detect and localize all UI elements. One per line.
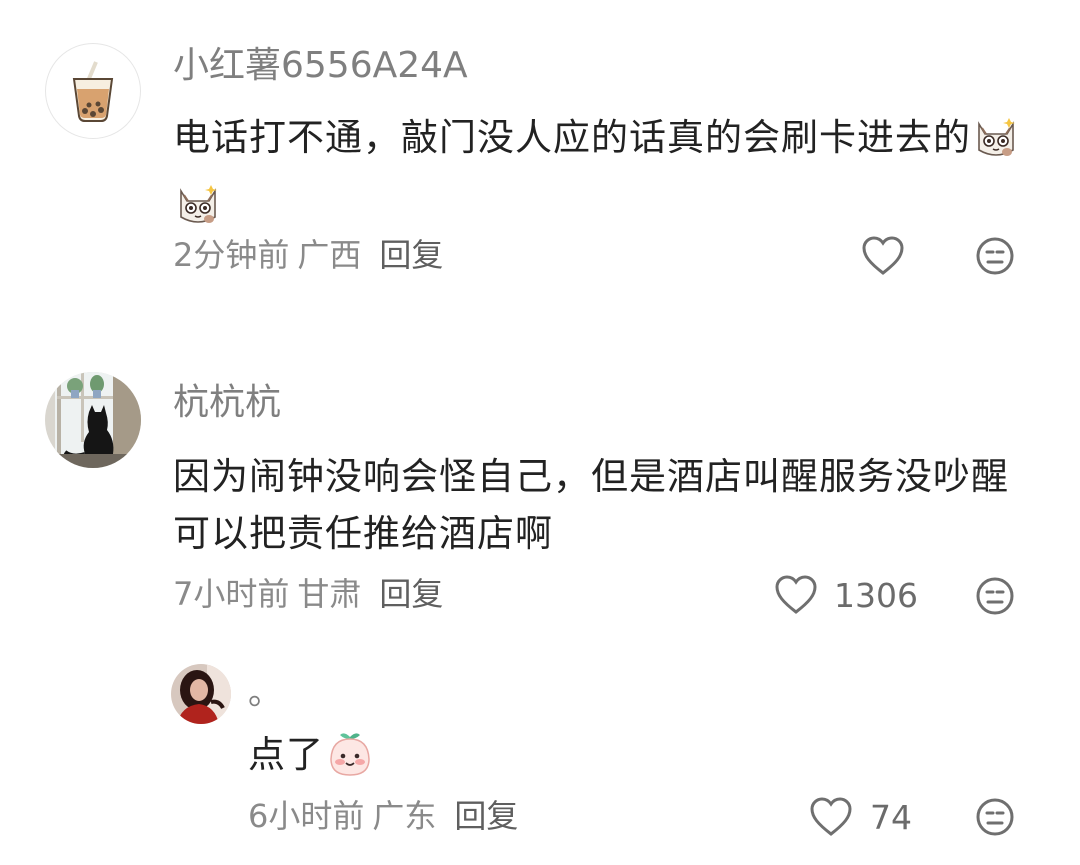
commenter-name[interactable]: 杭杭杭 bbox=[173, 385, 281, 421]
comment-text: 电话打不通，敲门没人应的话真的会刷卡进去的 bbox=[173, 109, 1023, 243]
heart-icon bbox=[775, 575, 817, 614]
reply-button[interactable]: 回复 bbox=[379, 236, 443, 274]
dislike-button[interactable] bbox=[975, 576, 1015, 616]
heart-icon bbox=[862, 236, 904, 275]
peeking-cat-emoji-icon bbox=[973, 114, 1019, 176]
reply-meta: 6小时前 广东 回复 bbox=[248, 800, 526, 832]
comment-time: 7小时前 bbox=[173, 575, 290, 613]
window-cat-photo bbox=[45, 372, 141, 468]
comment-body: 电话打不通，敲门没人应的话真的会刷卡进去的 bbox=[173, 116, 971, 159]
unamused-face-icon bbox=[976, 577, 1014, 615]
comment-meta: 7小时前 甘肃 回复 bbox=[173, 578, 451, 610]
like-button[interactable] bbox=[808, 796, 854, 838]
replier-avatar[interactable] bbox=[171, 664, 231, 724]
profile-photo bbox=[171, 664, 231, 724]
comment-meta: 2分钟前 广西 回复 bbox=[173, 239, 451, 271]
replier-name[interactable]: 。 bbox=[248, 676, 282, 710]
reply-body: 点了 bbox=[248, 733, 324, 776]
like-count: 1306 bbox=[834, 576, 918, 615]
comment-location: 广西 bbox=[297, 236, 362, 274]
comment-text: 因为闹钟没响会怪自己，但是酒店叫醒服务没吵醒可以把责任推给酒店啊 bbox=[173, 455, 1009, 555]
like-button[interactable] bbox=[773, 574, 819, 616]
reply-text: 点了 bbox=[248, 726, 948, 795]
commenter-avatar[interactable] bbox=[45, 372, 141, 468]
comment-time: 2分钟前 bbox=[173, 236, 290, 274]
reply-location: 广东 bbox=[372, 797, 437, 835]
like-button[interactable] bbox=[860, 235, 906, 277]
comment-location: 甘肃 bbox=[297, 575, 362, 613]
unamused-face-icon bbox=[976, 798, 1014, 836]
shy-peach-emoji-icon bbox=[326, 729, 374, 795]
heart-icon bbox=[810, 797, 852, 836]
like-count: 74 bbox=[870, 798, 912, 837]
dislike-button[interactable] bbox=[975, 236, 1015, 276]
dislike-button[interactable] bbox=[975, 797, 1015, 837]
unamused-face-icon bbox=[976, 237, 1014, 275]
commenter-avatar[interactable] bbox=[45, 43, 141, 139]
peeking-cat-emoji-icon bbox=[175, 181, 221, 243]
reply-time: 6小时前 bbox=[248, 797, 365, 835]
bubble-tea-icon bbox=[72, 61, 114, 122]
reply-button[interactable]: 回复 bbox=[454, 797, 518, 835]
commenter-name[interactable]: 小红薯6556A24A bbox=[173, 48, 468, 84]
reply-button[interactable]: 回复 bbox=[379, 575, 443, 613]
